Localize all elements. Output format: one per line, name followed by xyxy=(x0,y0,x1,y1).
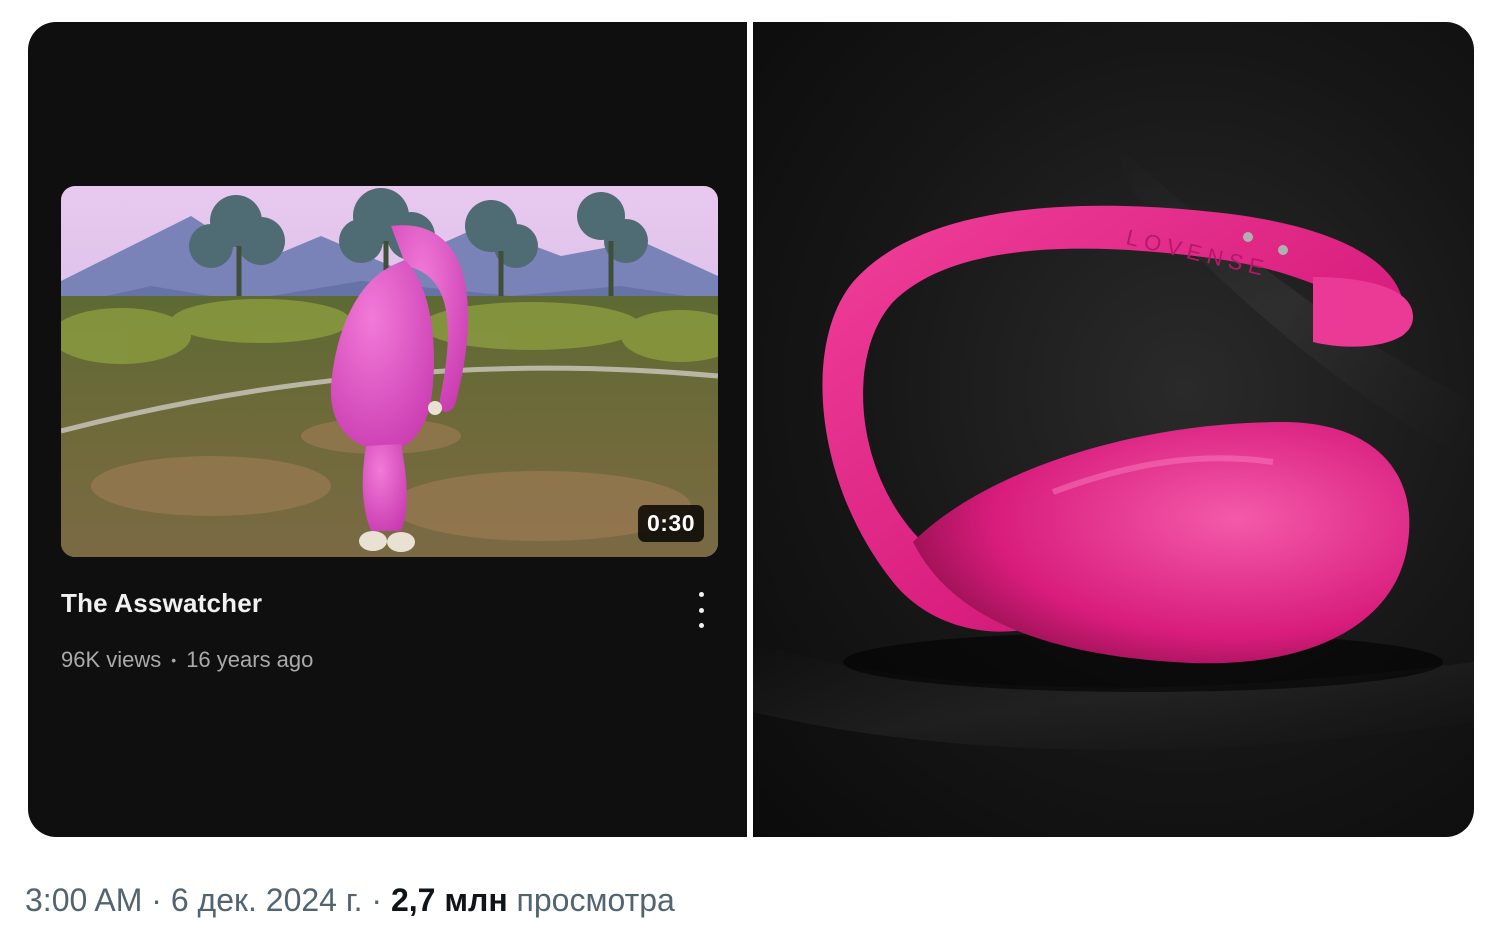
tweet-time[interactable]: 3:00 AM xyxy=(25,882,142,918)
tweet-metadata: 3:00 AM · 6 дек. 2024 г. · 2,7 млн просм… xyxy=(25,882,675,919)
view-count: 96K views xyxy=(61,647,162,672)
product-illustration: LOVENSE xyxy=(753,142,1474,750)
thumbnail-scene xyxy=(61,186,718,557)
product-photo[interactable]: LOVENSE xyxy=(753,22,1474,837)
video-title[interactable]: The Asswatcher xyxy=(61,588,262,619)
duration-badge: 0:30 xyxy=(637,505,704,542)
upload-age: 16 years ago xyxy=(186,647,314,672)
tweet-view-label: просмотра xyxy=(516,882,675,918)
kebab-dot xyxy=(698,607,704,613)
more-vert-icon[interactable] xyxy=(688,588,714,632)
tweet-date[interactable]: 6 дек. 2024 г. xyxy=(171,882,363,918)
footer-separator: · xyxy=(371,882,383,918)
video-card-screenshot[interactable]: 0:30 The Asswatcher 96K views • 16 years… xyxy=(28,22,747,837)
kebab-dot xyxy=(698,592,704,597)
video-metadata: 96K views • 16 years ago xyxy=(61,647,313,673)
tweet-view-count: 2,7 млн xyxy=(390,882,508,918)
tweet-media-grid[interactable]: 0:30 The Asswatcher 96K views • 16 years… xyxy=(28,22,1474,837)
video-thumbnail[interactable]: 0:30 xyxy=(61,186,718,557)
kebab-dot xyxy=(698,623,704,628)
meta-separator: • xyxy=(171,652,177,668)
footer-separator: · xyxy=(151,882,162,918)
